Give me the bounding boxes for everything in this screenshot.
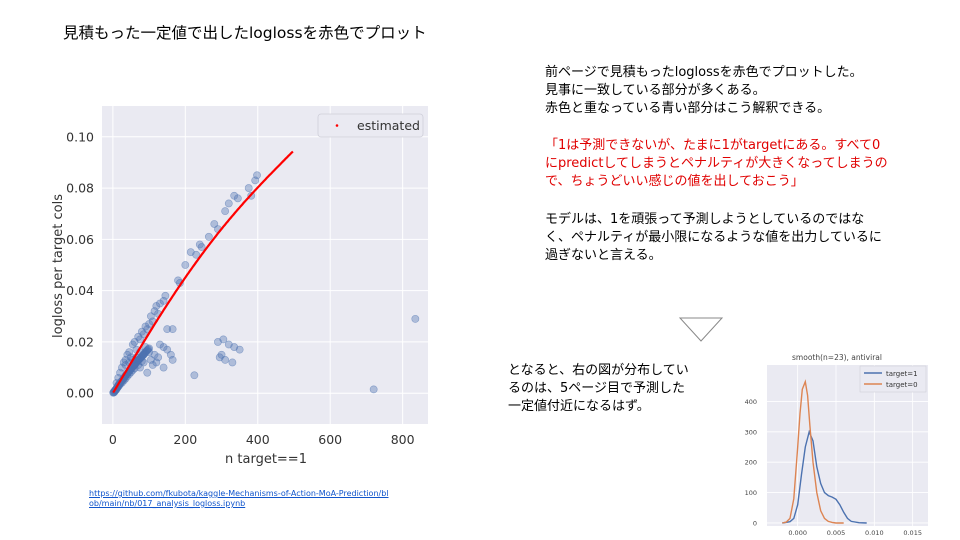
x-axis-label: n target==1 (225, 452, 307, 467)
x-tick-label: 0.000 (788, 529, 807, 537)
scatter-legend: estimated (317, 113, 424, 138)
data-point (244, 184, 253, 192)
source-link-line[interactable]: https://github.com/fkubota/kaggle-Mechan… (89, 489, 389, 499)
down-arrow-icon (678, 317, 724, 342)
data-point (219, 335, 228, 344)
x-tick-label: 400 (246, 432, 270, 447)
data-point (228, 358, 237, 367)
x-tick-label: 0 (109, 432, 117, 447)
source-link-line[interactable]: ob/main/nb/017_analysis_logloss.ipynb (89, 499, 389, 509)
data-point (411, 314, 420, 323)
kde-legend-label-target-1: target=1 (886, 370, 918, 378)
data-point (235, 345, 244, 354)
x-tick-label: 0.005 (827, 529, 846, 537)
quote-line: にpredictしてしまうとペナルティが大きくなってしまうの (545, 156, 888, 171)
quote-line: で、ちょうどいい感じの値を出しておこう」 (545, 174, 804, 189)
description-text: 前ページで見積もったloglossを赤色でプロットした。 見事に一致している部分… (545, 64, 863, 118)
data-point (168, 325, 177, 334)
y-tick-label: 0.04 (66, 283, 94, 298)
x-tick-label: 600 (318, 432, 342, 447)
data-point (221, 355, 230, 364)
data-point (139, 358, 148, 367)
data-point (221, 207, 230, 216)
kde-title: smooth(n=23), antiviral (792, 353, 882, 362)
description-line: 見事に一致している部分が多くある。 (545, 83, 766, 98)
conclusion-text: となると、右の図が分布してい るのは、5ページ目で予測した 一定値付近になるはず… (508, 362, 689, 416)
data-point (181, 261, 190, 269)
quote-line: 「1は予測できないが、たまに1がtargetにある。すべて0 (545, 138, 881, 153)
y-tick-label: 0.06 (66, 232, 94, 247)
data-point (233, 194, 242, 203)
y-tick-label: 0 (753, 519, 757, 527)
kde-legend-label-target-0: target=0 (886, 381, 918, 389)
y-tick-label: 400 (745, 398, 757, 406)
model-note-line: 過ぎないと言える。 (545, 248, 662, 263)
scatter-plot-area (102, 106, 428, 424)
x-tick-label: 0.015 (903, 529, 922, 537)
y-axis-label: logloss per target cols (51, 194, 66, 338)
conclusion-line: 一定値付近になるはず。 (508, 399, 650, 414)
description-line: 前ページで見積もったloglossを赤色でプロットした。 (545, 65, 863, 80)
data-point (204, 232, 213, 241)
conclusion-line: るのは、5ページ目で予測した (508, 381, 686, 396)
conclusion-line: となると、右の図が分布してい (508, 363, 689, 378)
data-point (154, 353, 163, 362)
legend-estimated-label: estimated (357, 118, 420, 133)
y-tick-label: 0.00 (66, 386, 94, 401)
y-tick-label: 100 (745, 489, 757, 497)
kde-density-chart: smooth(n=23), antiviral 0.000 0.005 0.010 0… (745, 353, 928, 537)
y-tick-label: 0.02 (66, 334, 94, 349)
data-point (253, 171, 261, 180)
logloss-scatter-chart: 0 200 400 600 800 0.00 0.02 0.04 0.06 0.08 0.10 es… (51, 106, 428, 467)
y-tick-label: 300 (745, 428, 757, 436)
data-point (159, 363, 168, 372)
x-tick-label: 0.010 (865, 529, 884, 537)
quote-text: 「1は予測できないが、たまに1がtargetにある。すべて0 にpredictし… (545, 137, 888, 191)
y-tick-label: 0.10 (66, 129, 94, 144)
data-point (369, 385, 378, 394)
kde-legend: target=1 target=0 (859, 365, 927, 393)
data-point (159, 343, 168, 351)
y-tick-label: 0.08 (66, 181, 94, 196)
description-line: 赤色と重なっている青い部分はこう解釈できる。 (545, 101, 831, 116)
data-point (190, 371, 199, 380)
model-note-line: く、ペナルティが最小限になるような値を出力しているに (545, 230, 882, 245)
data-point (143, 368, 152, 377)
model-note-text: モデルは、1を頑張って予測しようとしているのではな く、ペナルティが最小限になる… (545, 211, 882, 265)
source-link[interactable]: https://github.com/fkubota/kaggle-Mechan… (89, 489, 389, 509)
legend-estimated-marker (335, 124, 339, 127)
data-point (168, 355, 177, 364)
x-tick-label: 200 (173, 432, 197, 447)
model-note-line: モデルは、1を頑張って予測しようとしているのではな (545, 212, 865, 227)
x-tick-label: 800 (391, 432, 415, 447)
data-point (224, 199, 233, 208)
y-tick-label: 200 (745, 459, 757, 467)
data-point (161, 291, 170, 300)
